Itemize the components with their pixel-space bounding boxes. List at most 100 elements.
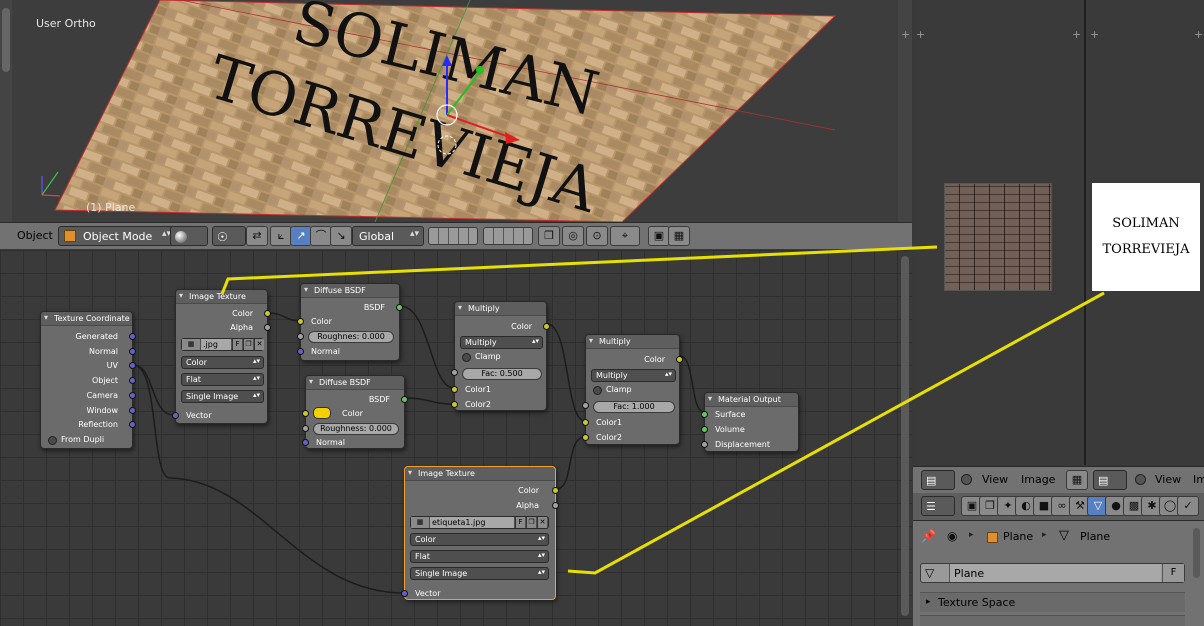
mesh-name-input[interactable]: Plane bbox=[949, 564, 1161, 582]
editor-type-select[interactable]: ▤ bbox=[921, 470, 955, 490]
pivot-select[interactable]: ☉ bbox=[212, 226, 246, 246]
node-texture-coordinate[interactable]: Texture Coordinate Generated Normal UV O… bbox=[40, 311, 136, 449]
image-browse-button[interactable]: ▦ bbox=[1066, 470, 1088, 490]
socket-surface-in[interactable] bbox=[701, 411, 708, 418]
socket-color2-in[interactable] bbox=[582, 434, 589, 441]
image-selector[interactable]: ▦ .jpg F ❐ ✕ bbox=[181, 338, 264, 351]
object-menu[interactable]: Object bbox=[17, 229, 53, 242]
socket-color1-in[interactable] bbox=[582, 419, 589, 426]
fake-user-button[interactable]: F bbox=[515, 517, 525, 528]
socket-normal[interactable] bbox=[129, 348, 136, 355]
node-diffuse-bsdf-2[interactable]: Diffuse BSDF BSDF Color Roughness: 0.000… bbox=[302, 375, 408, 449]
tool-shelf-scroll[interactable] bbox=[2, 8, 10, 72]
panel-next-collapsed[interactable] bbox=[920, 615, 1185, 626]
roughness-field[interactable]: Roughness: 0.000 bbox=[313, 423, 399, 435]
manipulator-toggle-button[interactable]: ⇄ bbox=[246, 226, 268, 246]
lock-layers-button[interactable]: ❐ bbox=[538, 226, 560, 246]
region-expand-icon[interactable]: + bbox=[901, 28, 910, 41]
image-browse-icon[interactable]: ▦ bbox=[411, 517, 429, 528]
socket-fac-in[interactable] bbox=[451, 369, 458, 376]
rotate-tool-button[interactable]: ⌒ bbox=[310, 226, 332, 246]
properties-editor-type[interactable]: ☰ bbox=[921, 496, 955, 516]
unlink-icon[interactable]: ✕ bbox=[254, 339, 264, 350]
node-image-texture-1[interactable]: Image Texture Color Alpha ▦ .jpg F ❐ ✕ C… bbox=[172, 289, 271, 424]
snap-element-select[interactable]: ⌖ bbox=[610, 226, 640, 246]
checkmark-icon[interactable]: ✓ bbox=[1177, 496, 1199, 516]
socket-displacement-in[interactable] bbox=[701, 441, 708, 448]
image-selector[interactable]: ▦ etiqueta1.jpg F ❐ ✕ bbox=[410, 516, 549, 529]
layers-group-1[interactable] bbox=[428, 227, 478, 245]
fake-user-button[interactable]: F bbox=[232, 339, 242, 350]
unlink-icon[interactable]: ✕ bbox=[537, 517, 547, 528]
properties-scrollbar[interactable] bbox=[1193, 528, 1200, 578]
menu-collapse-icon[interactable] bbox=[961, 474, 972, 485]
open-image-icon[interactable]: ❐ bbox=[243, 339, 253, 350]
scale-tool-button[interactable]: ↘ bbox=[330, 226, 352, 246]
menu-collapse-icon[interactable] bbox=[1135, 474, 1146, 485]
node-editor[interactable]: Texture Coordinate Generated Normal UV O… bbox=[0, 250, 912, 626]
socket-fac-in[interactable] bbox=[582, 402, 589, 409]
snap-toggle-button[interactable]: ⊙ bbox=[586, 226, 608, 246]
source-select[interactable]: Single Image ▴▾ bbox=[410, 567, 549, 580]
socket-volume-in[interactable] bbox=[701, 426, 708, 433]
render-animation-button[interactable]: ▦ bbox=[668, 226, 690, 246]
clamp-checkbox[interactable] bbox=[593, 386, 602, 395]
node-diffuse-bsdf-1[interactable]: Diffuse BSDF BSDF Color Roughnes: 0.000 … bbox=[297, 283, 403, 361]
editor-type-select-2[interactable]: ▤ bbox=[1093, 470, 1127, 490]
panel-texture-space[interactable]: ▸ Texture Space bbox=[920, 592, 1185, 612]
socket-alpha-out[interactable] bbox=[264, 324, 271, 331]
view-menu-1[interactable]: View bbox=[982, 473, 1008, 486]
blend-type-select[interactable]: Multiply ▴▾ bbox=[591, 369, 676, 382]
proportional-edit-button[interactable]: ◎ bbox=[562, 226, 584, 246]
socket-color-in[interactable] bbox=[297, 318, 304, 325]
socket-vector-in[interactable] bbox=[172, 412, 179, 419]
mesh-name-field[interactable]: ▽ Plane F bbox=[920, 563, 1185, 583]
transform-gizmo-button[interactable]: ⟀ bbox=[270, 226, 292, 246]
image-name-field[interactable]: .jpg bbox=[201, 339, 231, 350]
socket-vector-in[interactable] bbox=[401, 590, 408, 597]
node-image-texture-2[interactable]: Image Texture Color Alpha ▦ etiqueta1.jp… bbox=[401, 466, 559, 600]
image-menu-2[interactable]: Im bbox=[1193, 473, 1204, 486]
socket-object[interactable] bbox=[129, 377, 136, 384]
socket-normal-in[interactable] bbox=[302, 439, 309, 446]
socket-camera[interactable] bbox=[129, 392, 136, 399]
image-browse-icon[interactable]: ▦ bbox=[182, 339, 200, 350]
socket-color-out[interactable] bbox=[676, 356, 683, 363]
fac-field[interactable]: Fac: 0.500 bbox=[462, 368, 542, 380]
layers-group-2[interactable] bbox=[483, 227, 533, 245]
breadcrumb-object[interactable]: Plane bbox=[1003, 530, 1033, 543]
fac-field[interactable]: Fac: 1.000 bbox=[593, 401, 675, 413]
orientation-select[interactable]: Global ▴▾ bbox=[352, 226, 424, 246]
region-expand-icon[interactable]: + bbox=[916, 28, 925, 41]
from-dupli-checkbox[interactable] bbox=[48, 436, 57, 445]
area-divider[interactable] bbox=[1084, 0, 1086, 465]
node-material-output[interactable]: Material Output Surface Volume Displacem… bbox=[701, 392, 799, 452]
open-image-icon[interactable]: ❐ bbox=[526, 517, 536, 528]
image-editors-area[interactable]: + + + + + SOLIMAN TORREVIEJA bbox=[901, 0, 1204, 465]
roughness-field[interactable]: Roughnes: 0.000 bbox=[308, 331, 394, 343]
pin-icon[interactable]: 📌 bbox=[921, 529, 936, 543]
breadcrumb-mesh[interactable]: Plane bbox=[1080, 530, 1110, 543]
mode-select[interactable]: Object Mode ▴▾ bbox=[58, 226, 176, 246]
socket-uv[interactable] bbox=[129, 362, 136, 369]
socket-roughness-in[interactable] bbox=[302, 425, 309, 432]
3d-viewport[interactable]: SOLIMAN TORREVIEJA User Ortho (1) Plane bbox=[0, 0, 912, 222]
socket-reflection[interactable] bbox=[129, 421, 136, 428]
projection-select[interactable]: Flat ▴▾ bbox=[410, 550, 549, 563]
clamp-checkbox[interactable] bbox=[462, 353, 471, 362]
node-multiply-1[interactable]: Multiply Color Multiply▴▾ Clamp Fac: 0.5… bbox=[451, 301, 550, 411]
socket-color1-in[interactable] bbox=[451, 386, 458, 393]
socket-bsdf-out[interactable] bbox=[396, 304, 403, 311]
socket-color-out[interactable] bbox=[552, 487, 559, 494]
source-select[interactable]: Single Image ▴▾ bbox=[181, 390, 264, 403]
image-menu-1[interactable]: Image bbox=[1021, 473, 1055, 486]
translate-tool-button[interactable]: ↗ bbox=[290, 226, 312, 246]
socket-normal-in[interactable] bbox=[297, 348, 304, 355]
socket-color-in[interactable] bbox=[302, 410, 309, 417]
render-opengl-button[interactable]: ▣ bbox=[648, 226, 670, 246]
socket-window[interactable] bbox=[129, 407, 136, 414]
socket-bsdf-out[interactable] bbox=[401, 396, 408, 403]
socket-color-out[interactable] bbox=[264, 310, 271, 317]
socket-color-out[interactable] bbox=[543, 323, 550, 330]
region-expand-icon[interactable]: + bbox=[1090, 28, 1099, 41]
